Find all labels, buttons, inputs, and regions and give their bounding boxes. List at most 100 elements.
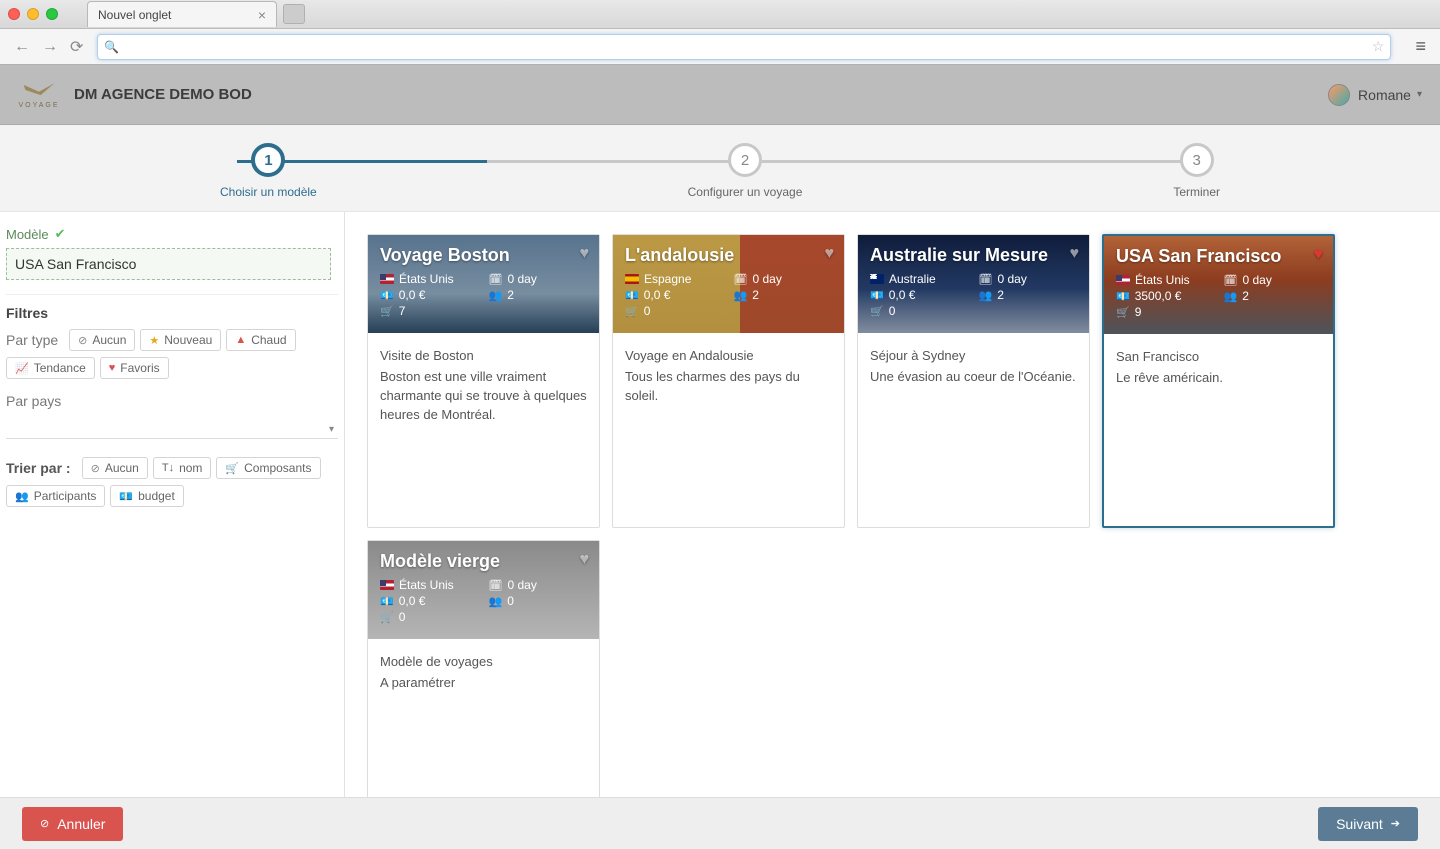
card-days: 🗓0 day bbox=[489, 272, 588, 286]
sort-chip-none[interactable]: ⊘Aucun bbox=[82, 457, 148, 479]
tab-close-icon[interactable]: × bbox=[258, 7, 266, 23]
window-maximize-button[interactable] bbox=[46, 8, 58, 20]
flag-icon bbox=[380, 274, 394, 284]
agency-name: DM AGENCE DEMO BOD bbox=[74, 86, 252, 103]
window-close-button[interactable] bbox=[8, 8, 20, 20]
card-price: 💶0,0 € bbox=[625, 288, 724, 302]
card-cart: 🛒0 bbox=[380, 610, 479, 624]
browser-toolbar: ← → ⟳ 🔍 ☆ ≡ bbox=[0, 28, 1440, 64]
user-menu[interactable]: Romane ▾ bbox=[1328, 84, 1422, 106]
search-icon: 🔍 bbox=[104, 40, 119, 54]
model-card[interactable]: L'andalousie♥Espagne🗓0 day💶0,0 €👥2🛒0Voya… bbox=[612, 234, 845, 528]
stepper: 1 Choisir un modèle 2 Configurer un voya… bbox=[0, 125, 1440, 212]
forward-icon[interactable]: → bbox=[36, 38, 64, 56]
step-1-label: Choisir un modèle bbox=[220, 185, 317, 199]
browser-menu-icon[interactable]: ≡ bbox=[1409, 36, 1432, 57]
filters-title: Filtres bbox=[6, 305, 338, 321]
card-body: Modèle de voyagesA paramétrer bbox=[368, 639, 599, 707]
filter-chip-new[interactable]: ★Nouveau bbox=[140, 329, 221, 351]
app-logo: VOYAGE bbox=[18, 74, 60, 116]
model-card[interactable]: Voyage Boston♥États Unis🗓0 day💶0,0 €👥2🛒7… bbox=[367, 234, 600, 528]
cart-icon: 🛒 bbox=[380, 305, 394, 318]
sort-chip-participants[interactable]: 👥Participants bbox=[6, 485, 105, 507]
reload-icon[interactable]: ⟳ bbox=[64, 37, 89, 57]
cart-icon: 🛒 bbox=[380, 611, 394, 624]
people-icon: 👥 bbox=[489, 595, 503, 608]
filter-chip-trend[interactable]: 📈Tendance bbox=[6, 357, 95, 379]
card-body: San FranciscoLe rêve américain. bbox=[1104, 334, 1333, 402]
url-input[interactable] bbox=[125, 39, 1372, 54]
card-body: Séjour à SydneyUne évasion au coeur de l… bbox=[858, 333, 1089, 401]
card-title: USA San Francisco bbox=[1116, 246, 1321, 267]
card-country: États Unis bbox=[1116, 273, 1214, 287]
step-1[interactable]: 1 Choisir un modèle bbox=[220, 143, 317, 199]
sort-chip-name[interactable]: T↓nom bbox=[153, 457, 212, 479]
filter-chip-none[interactable]: ⊘Aucun bbox=[69, 329, 135, 351]
cart-icon: 🛒 bbox=[625, 305, 639, 318]
calendar-icon: 🗓 bbox=[489, 273, 503, 286]
card-people: 👥0 bbox=[489, 594, 588, 608]
card-days: 🗓0 day bbox=[1224, 273, 1322, 287]
browser-tab[interactable]: Nouvel onglet × bbox=[87, 1, 277, 27]
step-2[interactable]: 2 Configurer un voyage bbox=[688, 143, 803, 199]
country-select[interactable] bbox=[6, 411, 338, 439]
card-people: 👥2 bbox=[489, 288, 588, 302]
card-title: Australie sur Mesure bbox=[870, 245, 1077, 266]
heart-icon[interactable]: ♥ bbox=[1314, 246, 1324, 264]
back-icon[interactable]: ← bbox=[8, 38, 36, 56]
card-desc: Boston est une ville vraiment charmante … bbox=[380, 368, 587, 425]
people-icon: 👥 bbox=[734, 289, 748, 302]
card-price: 💶0,0 € bbox=[870, 288, 969, 302]
model-input[interactable] bbox=[6, 248, 331, 280]
bookmark-star-icon[interactable]: ☆ bbox=[1372, 38, 1385, 55]
chevron-down-icon: ▾ bbox=[1417, 89, 1422, 100]
card-people: 👥2 bbox=[1224, 289, 1322, 303]
url-bar[interactable]: 🔍 ☆ bbox=[97, 34, 1391, 60]
cancel-button[interactable]: ⊘ Annuler bbox=[22, 807, 123, 841]
card-title: Voyage Boston bbox=[380, 245, 587, 266]
sidebar: Modèle ✔ Filtres Par type ⊘Aucun ★Nouvea… bbox=[0, 212, 345, 813]
heart-icon[interactable]: ♥ bbox=[580, 245, 590, 263]
calendar-icon: 🗓 bbox=[489, 579, 503, 592]
heart-icon[interactable]: ♥ bbox=[580, 551, 590, 569]
filter-chip-hot[interactable]: ▲Chaud bbox=[226, 329, 295, 351]
card-country: États Unis bbox=[380, 578, 479, 592]
calendar-icon: 🗓 bbox=[734, 273, 748, 286]
sort-chip-budget[interactable]: 💶budget bbox=[110, 485, 183, 507]
filter-chip-fav[interactable]: ♥Favoris bbox=[100, 357, 169, 379]
card-title: Modèle vierge bbox=[380, 551, 587, 572]
people-icon: 👥 bbox=[1224, 290, 1238, 303]
card-cart: 🛒7 bbox=[380, 304, 479, 318]
next-button[interactable]: Suivant ➔ bbox=[1318, 807, 1418, 841]
footer: ⊘ Annuler Suivant ➔ bbox=[0, 797, 1440, 849]
new-tab-button[interactable] bbox=[283, 4, 305, 24]
flag-icon bbox=[380, 580, 394, 590]
step-3[interactable]: 3 Terminer bbox=[1173, 143, 1220, 199]
flag-icon bbox=[625, 274, 639, 284]
card-lead: San Francisco bbox=[1116, 348, 1321, 367]
avatar bbox=[1328, 84, 1350, 106]
card-days: 🗓0 day bbox=[734, 272, 833, 286]
card-body: Voyage en AndalousieTous les charmes des… bbox=[613, 333, 844, 420]
model-card[interactable]: Modèle vierge♥États Unis🗓0 day💶0,0 €👥0🛒0… bbox=[367, 540, 600, 813]
sort-label: Trier par : bbox=[6, 460, 71, 476]
card-days: 🗓0 day bbox=[489, 578, 588, 592]
model-card[interactable]: Australie sur Mesure♥Australie🗓0 day💶0,0… bbox=[857, 234, 1090, 528]
browser-chrome: Nouvel onglet × ← → ⟳ 🔍 ☆ ≡ bbox=[0, 0, 1440, 65]
cart-icon: 🛒 bbox=[1116, 306, 1130, 319]
cart-icon: 🛒 bbox=[870, 305, 884, 318]
card-lead: Visite de Boston bbox=[380, 347, 587, 366]
money-icon: 💶 bbox=[1116, 290, 1130, 303]
filter-country-label: Par pays bbox=[6, 393, 61, 409]
step-3-label: Terminer bbox=[1173, 185, 1220, 199]
step-2-label: Configurer un voyage bbox=[688, 185, 803, 199]
card-cart: 🛒0 bbox=[870, 304, 969, 318]
card-lead: Voyage en Andalousie bbox=[625, 347, 832, 366]
card-desc: Une évasion au coeur de l'Océanie. bbox=[870, 368, 1077, 387]
heart-icon[interactable]: ♥ bbox=[1070, 245, 1080, 263]
heart-icon[interactable]: ♥ bbox=[825, 245, 835, 263]
window-minimize-button[interactable] bbox=[27, 8, 39, 20]
sort-chip-components[interactable]: 🛒Composants bbox=[216, 457, 320, 479]
card-header: Modèle vierge♥États Unis🗓0 day💶0,0 €👥0🛒0 bbox=[368, 541, 599, 639]
model-card[interactable]: USA San Francisco♥États Unis🗓0 day💶3500,… bbox=[1102, 234, 1335, 528]
